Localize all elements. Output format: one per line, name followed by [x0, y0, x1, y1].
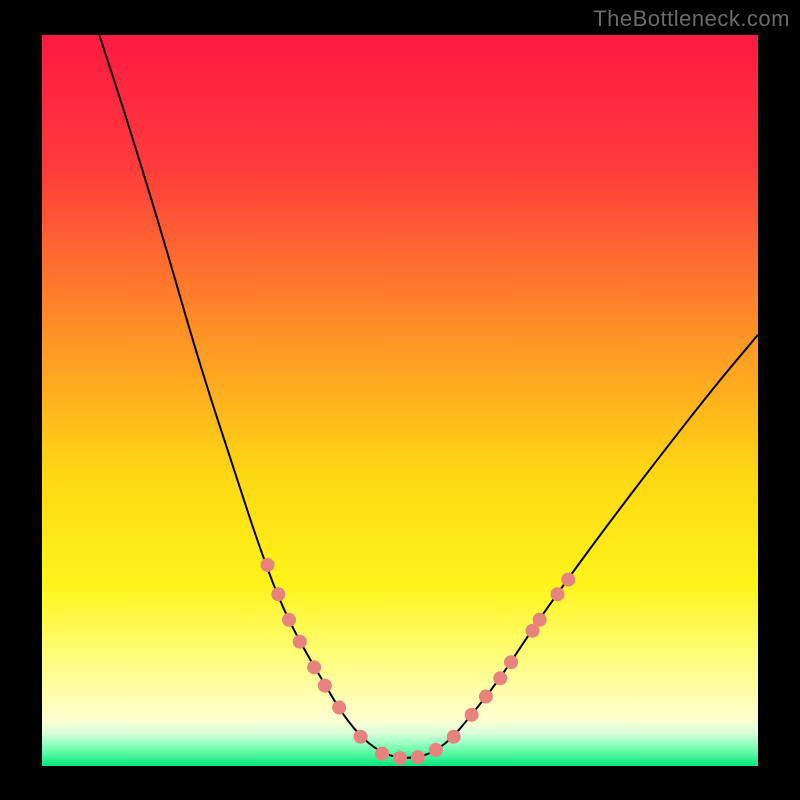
data-marker [561, 573, 575, 587]
data-marker [271, 587, 285, 601]
data-marker [354, 730, 368, 744]
data-marker [393, 751, 407, 765]
data-marker [307, 660, 321, 674]
data-marker [411, 750, 425, 764]
data-marker [465, 708, 479, 722]
plot-area [42, 35, 758, 766]
chart-overlay [42, 35, 758, 766]
marker-group [261, 558, 576, 765]
data-marker [429, 743, 443, 757]
data-marker [318, 679, 332, 693]
data-marker [261, 558, 275, 572]
data-marker [293, 635, 307, 649]
data-marker [282, 613, 296, 627]
chart-container: TheBottleneck.com [0, 0, 800, 800]
data-marker [504, 655, 518, 669]
data-marker [533, 613, 547, 627]
data-marker [479, 690, 493, 704]
watermark-text: TheBottleneck.com [593, 6, 790, 32]
data-marker [551, 587, 565, 601]
data-marker [493, 671, 507, 685]
data-marker [332, 701, 346, 715]
bottleneck-curve [99, 35, 758, 758]
data-marker [375, 747, 389, 761]
data-marker [447, 730, 461, 744]
